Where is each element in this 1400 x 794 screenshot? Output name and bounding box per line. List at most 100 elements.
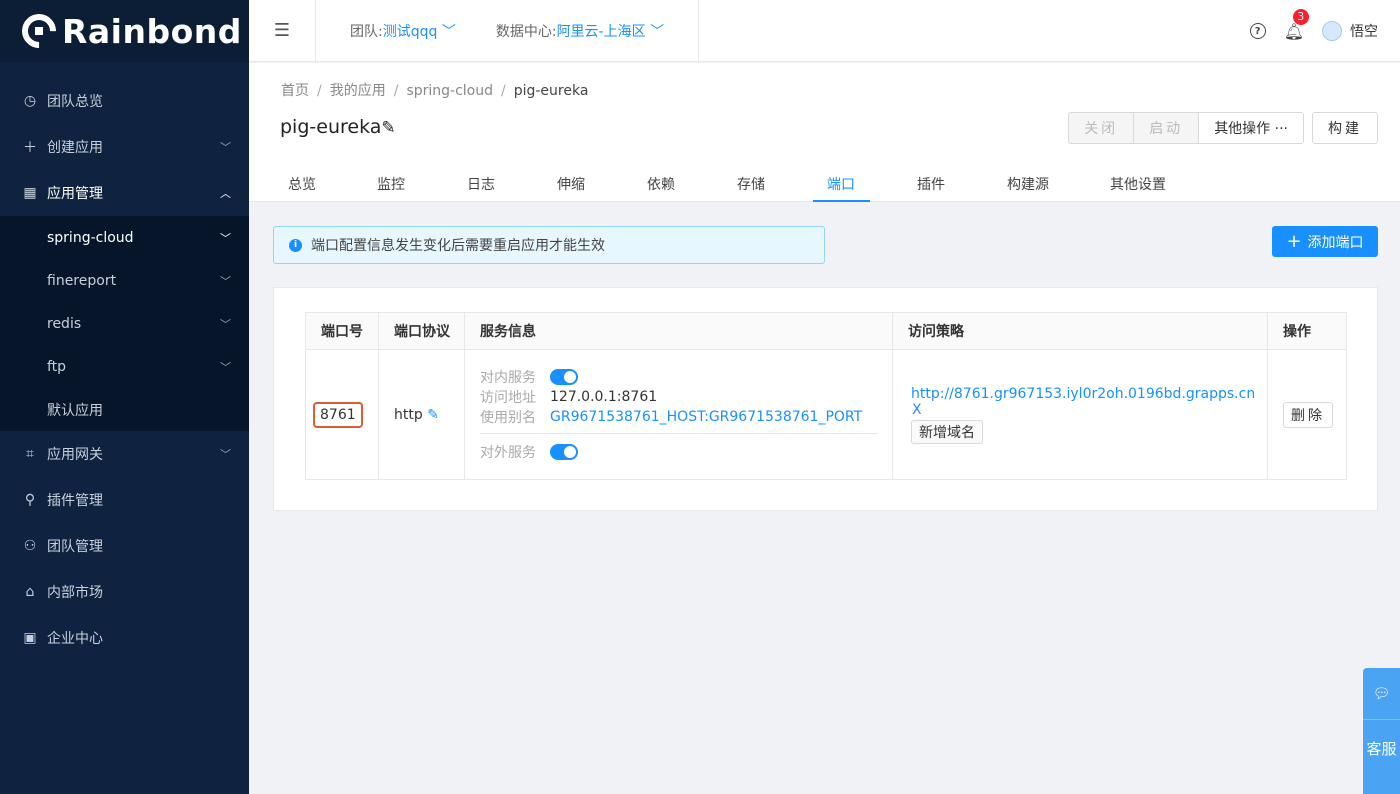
header-right: ? 🔔︎ 3 悟空 — [1249, 0, 1378, 62]
col-protocol: 端口协议 — [378, 312, 465, 350]
breadcrumb: 首页 / 我的应用 / spring-cloud / pig-eureka — [281, 83, 589, 99]
avatar — [1322, 21, 1342, 41]
team-dc-selector: 团队: 测试qqq ﹀ 数据中心: 阿里云-上海区 ﹀ — [316, 0, 700, 62]
plus-icon: ＋ — [23, 140, 37, 156]
chevron-down-icon: ﹀ — [220, 317, 231, 331]
outer-service-label: 对外服务 — [480, 445, 536, 461]
tab-monitor[interactable]: 监控 — [377, 163, 405, 202]
chevron-down-icon: ﹀ — [220, 448, 231, 461]
inner-service-label: 对内服务 — [480, 370, 536, 386]
access-policy-cell: http://8761.gr967153.iyl0r2oh.0196bd.gra… — [892, 349, 1268, 480]
sidebar-item-enterprise[interactable]: ▣ 企业中心 — [0, 615, 249, 661]
tab-build-source[interactable]: 构建源 — [1007, 163, 1049, 202]
sidebar-item-market[interactable]: ⌂ 内部市场 — [0, 569, 249, 615]
tab-storage[interactable]: 存储 — [737, 163, 765, 202]
customer-service-widget[interactable]: 💬︎ 客服 — [1363, 668, 1400, 794]
sidebar-item-app-management[interactable]: ▦ 应用管理 ︿ — [0, 170, 249, 216]
app-submenu: spring-cloud ﹀ finereport ﹀ redis ﹀ ftp … — [0, 216, 249, 431]
chevron-up-icon: ︿ — [220, 187, 231, 200]
tab-dependency[interactable]: 依赖 — [647, 163, 675, 202]
sidebar-app-default[interactable]: 默认应用 — [0, 388, 249, 431]
ports-table: 端口号 端口协议 服务信息 访问策略 操作 8761 http ✎ 对内服务 访… — [305, 312, 1347, 480]
team-icon: ⚇ — [23, 538, 37, 554]
sidebar-item-gateway[interactable]: ⌗ 应用网关 ﹀ — [0, 431, 249, 477]
sidebar-item-plugins[interactable]: ⚲ 插件管理 — [0, 477, 249, 523]
add-port-button[interactable]: + 添加端口 — [1272, 226, 1378, 257]
team-select[interactable]: 测试qqq ﹀ — [383, 21, 456, 41]
remove-domain-icon[interactable]: X — [912, 402, 1267, 418]
add-domain-button[interactable]: 新增域名 — [911, 419, 983, 444]
col-actions: 操作 — [1267, 312, 1347, 350]
tab-ports[interactable]: 端口 — [813, 163, 870, 202]
tab-logs[interactable]: 日志 — [467, 163, 495, 202]
sidebar-app-ftp[interactable]: ftp ﹀ — [0, 345, 249, 388]
market-icon: ⌂ — [25, 584, 35, 600]
info-icon: i — [289, 238, 302, 252]
page-actions: 关闭 启动 其他操作 ··· 构建 — [1068, 112, 1378, 144]
chat-icon[interactable]: 💬︎ — [1363, 668, 1400, 720]
tab-bar: 总览 监控 日志 伸缩 依赖 存储 端口 插件 构建源 其他设置 — [249, 163, 1166, 202]
delete-button[interactable]: 删除 — [1283, 401, 1333, 428]
sidebar-item-label: 应用网关 — [47, 447, 103, 463]
build-button[interactable]: 构建 — [1312, 112, 1378, 144]
close-button[interactable]: 关闭 — [1069, 113, 1135, 143]
chevron-down-icon: ﹀ — [220, 274, 231, 288]
customer-service-label: 客服 — [1366, 740, 1397, 758]
sidebar-app-finereport[interactable]: finereport ﹀ — [0, 259, 249, 302]
domain-link[interactable]: http://8761.gr967153.iyl0r2oh.0196bd.gra… — [911, 386, 1267, 402]
edit-icon[interactable]: ✎ — [381, 118, 395, 138]
plus-icon: + — [1286, 230, 1302, 252]
action-button-group: 关闭 启动 其他操作 ··· — [1068, 112, 1304, 144]
sidebar-app-spring-cloud[interactable]: spring-cloud ﹀ — [0, 216, 249, 259]
tab-plugins[interactable]: 插件 — [917, 163, 945, 202]
protocol-value: http — [394, 406, 423, 423]
sidebar-app-redis[interactable]: redis ﹀ — [0, 302, 249, 345]
alias-link[interactable]: GR9671538761_HOST:GR9671538761_PORT — [550, 409, 862, 425]
sidebar-item-label: 内部市场 — [47, 585, 103, 601]
sidebar-item-label: 企业中心 — [47, 631, 103, 647]
tab-overview[interactable]: 总览 — [288, 163, 316, 202]
breadcrumb-my-apps[interactable]: 我的应用 — [330, 83, 386, 99]
port-cell: 8761 — [305, 349, 379, 480]
inner-service-toggle[interactable] — [550, 369, 578, 385]
brand-name: Rainbond — [62, 11, 242, 51]
plugin-icon: ⚲ — [24, 492, 36, 508]
tab-other-settings[interactable]: 其他设置 — [1110, 163, 1166, 202]
user-menu[interactable]: 悟空 — [1322, 21, 1378, 41]
chevron-down-icon: ﹀ — [220, 231, 231, 245]
bell-icon[interactable]: 🔔︎ 3 — [1284, 7, 1310, 41]
col-service-info: 服务信息 — [464, 312, 893, 350]
sidebar-item-team-management[interactable]: ⚇ 团队管理 — [0, 523, 249, 569]
sidebar-item-label: 团队管理 — [47, 539, 103, 555]
sidebar-item-label: 创建应用 — [47, 140, 103, 156]
datacenter-select[interactable]: 阿里云-上海区 ﹀ — [557, 21, 665, 41]
datacenter-label: 数据中心: — [495, 23, 557, 40]
edit-protocol-icon[interactable]: ✎ — [427, 407, 439, 423]
breadcrumb-home[interactable]: 首页 — [281, 83, 309, 99]
chevron-down-icon: ﹀ — [220, 360, 231, 374]
more-actions-button[interactable]: 其他操作 ··· — [1199, 113, 1303, 143]
enterprise-icon: ▣ — [23, 630, 37, 646]
logo[interactable]: Rainbond — [0, 0, 249, 62]
sidebar-item-label: 插件管理 — [47, 493, 103, 509]
port-number[interactable]: 8761 — [313, 401, 363, 428]
sidebar-item-create-app[interactable]: ＋ 创建应用 ﹀ — [0, 124, 249, 170]
breadcrumb-app[interactable]: spring-cloud — [406, 83, 493, 99]
alias-label: 使用别名 — [480, 410, 536, 426]
team-label: 团队: — [350, 23, 383, 40]
access-address-value: 127.0.0.1:8761 — [550, 389, 658, 405]
sidebar-item-label: finereport — [47, 272, 117, 289]
restart-alert: i 端口配置信息发生变化后需要重启应用才能生效 — [273, 226, 825, 264]
sidebar-item-team-overview[interactable]: ◷ 团队总览 — [0, 78, 249, 124]
dashboard-icon: ◷ — [23, 93, 37, 109]
sidebar-item-label: 默认应用 — [47, 402, 103, 419]
table-row: 8761 http ✎ 对内服务 访问地址 127.0.0.1:8761 使用别… — [305, 349, 1347, 480]
tab-scaling[interactable]: 伸缩 — [557, 163, 585, 202]
access-address-label: 访问地址 — [480, 390, 536, 406]
help-icon[interactable]: ? — [1249, 23, 1266, 39]
outer-service-toggle[interactable] — [550, 444, 578, 460]
grid-icon: ▦ — [23, 185, 37, 201]
start-button[interactable]: 启动 — [1134, 113, 1200, 143]
sidebar-item-label: redis — [47, 315, 82, 332]
menu-collapse-icon[interactable]: ☰ — [249, 0, 316, 62]
